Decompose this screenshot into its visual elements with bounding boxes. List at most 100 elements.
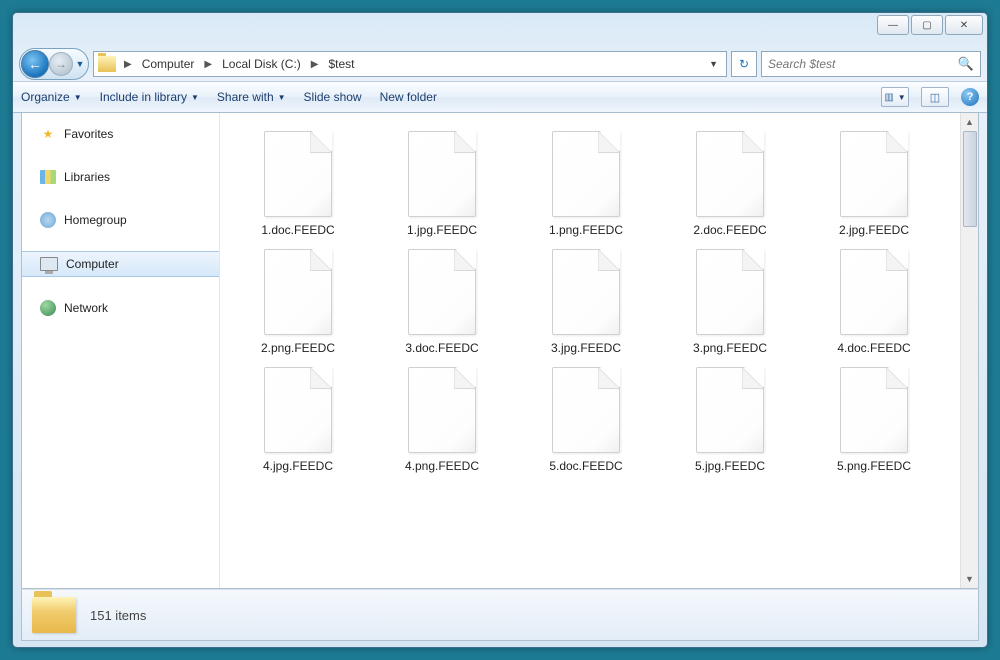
file-name: 5.doc.FEEDC — [549, 459, 622, 473]
file-icon — [840, 367, 908, 453]
nav-history-dropdown[interactable]: ▼ — [73, 51, 87, 77]
sidebar-homegroup[interactable]: Homegroup — [22, 207, 219, 233]
file-item[interactable]: 5.jpg.FEEDC — [658, 361, 802, 479]
file-name: 4.jpg.FEEDC — [263, 459, 333, 473]
sidebar-item-label: Network — [64, 301, 108, 315]
breadcrumb-drive[interactable]: Local Disk (C:) — [216, 52, 307, 76]
breadcrumb-computer[interactable]: Computer — [136, 52, 201, 76]
file-name: 1.png.FEEDC — [549, 223, 623, 237]
homegroup-icon — [40, 212, 56, 228]
sidebar-libraries[interactable]: Libraries — [22, 165, 219, 189]
file-name: 2.png.FEEDC — [261, 341, 335, 355]
back-button[interactable]: ← — [21, 50, 49, 78]
file-icon — [840, 131, 908, 217]
file-item[interactable]: 2.doc.FEEDC — [658, 125, 802, 243]
libraries-icon — [40, 170, 56, 184]
file-icon — [408, 249, 476, 335]
file-item[interactable]: 5.png.FEEDC — [802, 361, 946, 479]
sidebar-favorites[interactable]: ★ Favorites — [22, 121, 219, 147]
computer-icon — [40, 257, 58, 271]
preview-pane-button[interactable]: ◫ — [921, 87, 949, 107]
file-icon — [840, 249, 908, 335]
file-icon — [264, 367, 332, 453]
breadcrumb-folder[interactable]: $test — [322, 52, 360, 76]
scroll-down-button[interactable]: ▼ — [961, 570, 978, 588]
sidebar-computer[interactable]: Computer — [22, 251, 219, 277]
file-name: 2.jpg.FEEDC — [839, 223, 909, 237]
file-icon — [696, 249, 764, 335]
scroll-up-button[interactable]: ▲ — [961, 113, 978, 131]
address-bar[interactable]: ▶ Computer ▶ Local Disk (C:) ▶ $test ▼ — [93, 51, 727, 77]
sidebar-item-label: Computer — [66, 257, 119, 271]
organize-menu[interactable]: Organize▼ — [21, 90, 82, 104]
slideshow-button[interactable]: Slide show — [304, 90, 362, 104]
file-item[interactable]: 4.jpg.FEEDC — [226, 361, 370, 479]
share-with-menu[interactable]: Share with▼ — [217, 90, 286, 104]
search-box[interactable]: 🔍 — [761, 51, 981, 77]
sidebar-item-label: Favorites — [64, 127, 113, 141]
file-icon — [408, 131, 476, 217]
titlebar: — ▢ ✕ — [13, 13, 987, 47]
file-name: 5.jpg.FEEDC — [695, 459, 765, 473]
new-folder-button[interactable]: New folder — [380, 90, 437, 104]
address-dropdown[interactable]: ▼ — [703, 59, 724, 69]
file-name: 3.doc.FEEDC — [405, 341, 478, 355]
file-name: 2.doc.FEEDC — [693, 223, 766, 237]
file-icon — [264, 131, 332, 217]
help-button[interactable]: ? — [961, 88, 979, 106]
file-icon — [264, 249, 332, 335]
file-item[interactable]: 4.doc.FEEDC — [802, 243, 946, 361]
star-icon: ★ — [40, 126, 56, 142]
search-icon[interactable]: 🔍 — [958, 56, 974, 72]
chevron-right-icon[interactable]: ▶ — [200, 59, 216, 70]
explorer-body: ★ Favorites Libraries Homegroup Computer — [21, 113, 979, 589]
network-icon — [40, 300, 56, 316]
explorer-window: — ▢ ✕ ← → ▼ ▶ Computer ▶ Local Disk (C:)… — [12, 12, 988, 648]
navigation-pane: ★ Favorites Libraries Homegroup Computer — [22, 113, 220, 588]
folder-icon — [98, 56, 116, 72]
close-button[interactable]: ✕ — [945, 15, 983, 35]
scroll-thumb[interactable] — [963, 131, 977, 227]
maximize-button[interactable]: ▢ — [911, 15, 943, 35]
file-icon — [696, 367, 764, 453]
file-name: 1.doc.FEEDC — [261, 223, 334, 237]
file-icon — [552, 131, 620, 217]
file-list-pane: 1.doc.FEEDC 1.jpg.FEEDC 1.png.FEEDC 2.doc.F… — [220, 113, 978, 588]
file-item[interactable]: 1.jpg.FEEDC — [370, 125, 514, 243]
file-item[interactable]: 2.jpg.FEEDC — [802, 125, 946, 243]
file-item[interactable]: 5.doc.FEEDC — [514, 361, 658, 479]
file-name: 4.png.FEEDC — [405, 459, 479, 473]
chevron-right-icon[interactable]: ▶ — [120, 59, 136, 70]
file-grid: 1.doc.FEEDC 1.jpg.FEEDC 1.png.FEEDC 2.doc.F… — [220, 113, 978, 491]
file-name: 1.jpg.FEEDC — [407, 223, 477, 237]
forward-button[interactable]: → — [49, 52, 73, 76]
sidebar-network[interactable]: Network — [22, 295, 219, 321]
file-icon — [696, 131, 764, 217]
file-item[interactable]: 3.png.FEEDC — [658, 243, 802, 361]
status-bar: 151 items — [21, 589, 979, 641]
file-item[interactable]: 3.doc.FEEDC — [370, 243, 514, 361]
file-icon — [552, 367, 620, 453]
minimize-button[interactable]: — — [877, 15, 909, 35]
search-input[interactable] — [768, 57, 958, 71]
file-name: 3.png.FEEDC — [693, 341, 767, 355]
file-item[interactable]: 4.png.FEEDC — [370, 361, 514, 479]
vertical-scrollbar[interactable]: ▲ ▼ — [960, 113, 978, 588]
nav-arrows: ← → ▼ — [19, 48, 89, 80]
file-item[interactable]: 1.png.FEEDC — [514, 125, 658, 243]
file-icon — [408, 367, 476, 453]
file-name: 3.jpg.FEEDC — [551, 341, 621, 355]
include-library-menu[interactable]: Include in library▼ — [100, 90, 199, 104]
sidebar-item-label: Libraries — [64, 170, 110, 184]
sidebar-item-label: Homegroup — [64, 213, 127, 227]
refresh-button[interactable]: ↻ — [731, 51, 757, 77]
toolbar: Organize▼ Include in library▼ Share with… — [13, 81, 987, 113]
file-item[interactable]: 2.png.FEEDC — [226, 243, 370, 361]
chevron-right-icon[interactable]: ▶ — [307, 59, 323, 70]
change-view-button[interactable]: ▥▼ — [881, 87, 909, 107]
file-item[interactable]: 1.doc.FEEDC — [226, 125, 370, 243]
file-name: 4.doc.FEEDC — [837, 341, 910, 355]
navbar: ← → ▼ ▶ Computer ▶ Local Disk (C:) ▶ $te… — [13, 47, 987, 81]
file-item[interactable]: 3.jpg.FEEDC — [514, 243, 658, 361]
folder-icon — [32, 597, 76, 633]
